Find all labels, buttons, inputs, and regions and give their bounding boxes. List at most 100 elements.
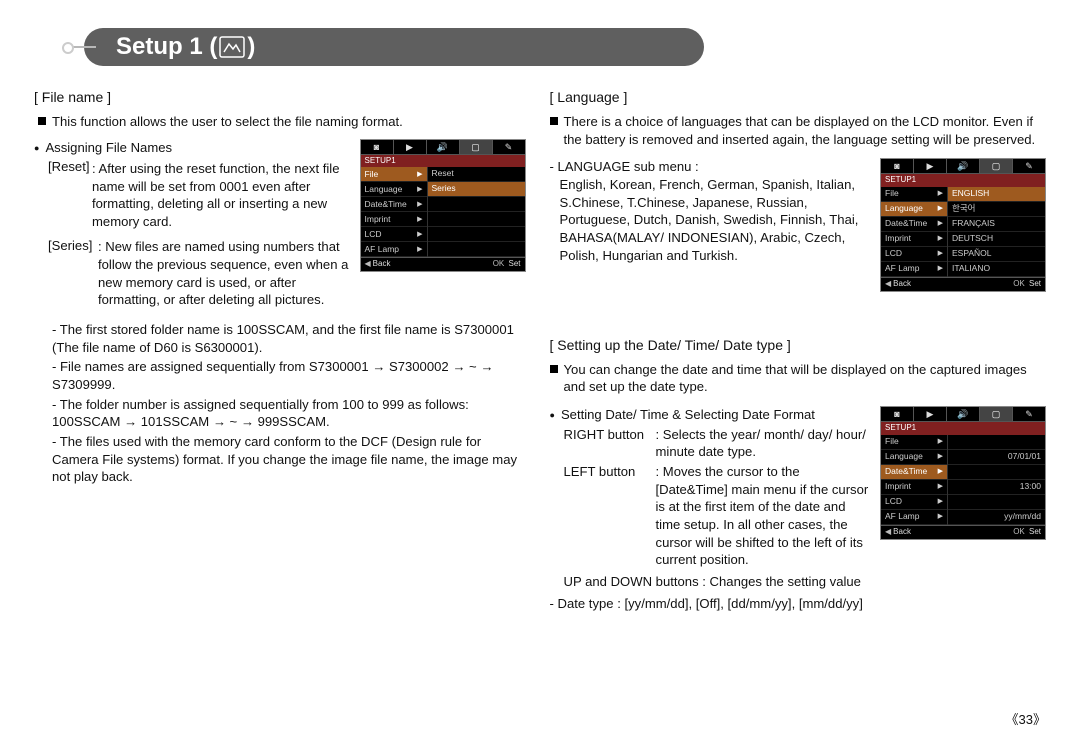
datetime-right-row: RIGHT button : Selects the year/ month/ …	[564, 426, 870, 461]
lcd-dt-val-5: yy/mm/dd	[948, 510, 1045, 525]
content-columns: [ File name ] This function allows the u…	[34, 78, 1046, 612]
lcd-language-menu-5: AF Lamp▶	[881, 262, 947, 277]
datetime-datetype: - Date type : [yy/mm/dd], [Off], [dd/mm/…	[550, 595, 1046, 613]
datetime-left-text: : Moves the cursor to the [Date&Time] ma…	[656, 463, 870, 569]
lcd-tab-sound-icon: 🔊	[947, 159, 980, 173]
filename-assign-heading: Assigning File Names	[34, 139, 350, 157]
lcd-file-menu: File▶ Language▶ Date&Time▶ Imprint▶ LCD▶…	[361, 167, 427, 257]
page-title-prefix: Setup 1 (	[116, 33, 217, 61]
filename-note-0: - The first stored folder name is 100SSC…	[52, 321, 526, 356]
lcd-lang-val-4: ESPAÑOL	[948, 247, 1045, 262]
language-intro-row: There is a choice of languages that can …	[550, 113, 1046, 148]
column-right: [ Language ] There is a choice of langua…	[550, 78, 1046, 612]
title-decor-dot	[62, 42, 74, 54]
datetime-right-label: RIGHT button	[564, 426, 656, 461]
datetime-left-label: LEFT button	[564, 463, 656, 569]
lcd-lang-val-5: ITALIANO	[948, 262, 1045, 277]
datetime-left-row: LEFT button : Moves the cursor to the [D…	[564, 463, 870, 569]
filename-note-2: - The folder number is assigned sequenti…	[52, 396, 526, 431]
lcd-file-menu-5: AF Lamp▶	[361, 242, 427, 257]
lcd-language-setup-label: SETUP1	[881, 174, 1045, 187]
lcd-tab-play-icon: ▶	[394, 140, 427, 154]
lcd-tab-camera-icon: ◙	[361, 140, 394, 154]
language-body-row: - LANGUAGE sub menu : English, Korean, F…	[550, 158, 1046, 292]
datetime-intro-row: You can change the date and time that wi…	[550, 361, 1046, 396]
lcd-dt-menu-4: LCD▶	[881, 495, 947, 510]
language-sub-label: - LANGUAGE sub menu :	[550, 158, 870, 176]
square-bullet-icon	[550, 365, 558, 373]
page-title-suffix: )	[247, 33, 255, 61]
lcd-language-menu: File▶ Language▶ Date&Time▶ Imprint▶ LCD▶…	[881, 187, 947, 277]
lcd-language-menu-3: Imprint▶	[881, 232, 947, 247]
lcd-file-val-4: .	[428, 227, 525, 242]
lcd-dt-menu-5: AF Lamp▶	[881, 510, 947, 525]
lcd-datetime-setup-label: SETUP1	[881, 422, 1045, 435]
lcd-file-val-3: .	[428, 212, 525, 227]
lcd-datetime-values: . 07/01/01 . 13:00 . yy/mm/dd	[947, 435, 1045, 525]
lcd-file-values: Reset Series . . . .	[427, 167, 525, 257]
datetime-heading: [ Setting up the Date/ Time/ Date type ]	[550, 336, 1046, 355]
lcd-tab-sound-icon: 🔊	[427, 140, 460, 154]
lcd-file-val-1: Series	[428, 182, 525, 197]
lcd-file-menu-1: Language▶	[361, 182, 427, 197]
lcd-tab-setup1-icon: ▢	[460, 140, 493, 154]
lcd-lang-val-0: ENGLISH	[948, 187, 1045, 202]
language-sub-list: English, Korean, French, German, Spanish…	[550, 176, 870, 264]
lcd-datetime: ◙ ▶ 🔊 ▢ ✎ SETUP1 File▶ Language▶ Date&Ti…	[880, 406, 1046, 540]
lcd-file-footer: ◀Back OK Set	[361, 257, 525, 271]
datetime-body-row: Setting Date/ Time & Selecting Date Form…	[550, 406, 1046, 571]
lcd-language-tabs: ◙ ▶ 🔊 ▢ ✎	[881, 159, 1045, 174]
lcd-dt-val-2: .	[948, 465, 1045, 480]
lcd-datetime-tabs: ◙ ▶ 🔊 ▢ ✎	[881, 407, 1045, 422]
lcd-file-val-0: Reset	[428, 167, 525, 182]
lcd-file-menu-0: File▶	[361, 167, 427, 182]
lcd-dt-menu-1: Language▶	[881, 450, 947, 465]
square-bullet-icon	[38, 117, 46, 125]
lcd-language: ◙ ▶ 🔊 ▢ ✎ SETUP1 File▶ Language▶ Date&Ti…	[880, 158, 1046, 292]
filename-intro-row: This function allows the user to select …	[34, 113, 526, 131]
page-title: Setup 1 ( )	[84, 28, 704, 66]
lcd-file: ◙ ▶ 🔊 ▢ ✎ SETUP1 File▶ Language▶ Date&Ti…	[360, 139, 526, 273]
lcd-tab-camera-icon: ◙	[881, 159, 914, 173]
filename-reset-text: : After using the reset function, the ne…	[48, 160, 350, 231]
lcd-language-menu-1: Language▶	[881, 202, 947, 217]
lcd-dt-val-0: .	[948, 435, 1045, 450]
lcd-tab-setup2-icon: ✎	[1013, 407, 1045, 421]
lcd-tab-camera-icon: ◙	[881, 407, 914, 421]
lcd-dt-val-1: 07/01/01	[948, 450, 1045, 465]
lcd-lang-val-3: DEUTSCH	[948, 232, 1045, 247]
lcd-lang-val-1: 한국어	[948, 202, 1045, 217]
datetime-sub-heading: Setting Date/ Time & Selecting Date Form…	[550, 406, 870, 424]
language-intro: There is a choice of languages that can …	[564, 113, 1046, 148]
filename-note-3: - The files used with the memory card co…	[52, 433, 526, 486]
lcd-tab-setup1-icon: ▢	[980, 407, 1013, 421]
lcd-language-footer: ◀Back OK Set	[881, 277, 1045, 291]
lcd-language-values: ENGLISH 한국어 FRANÇAIS DEUTSCH ESPAÑOL ITA…	[947, 187, 1045, 277]
lcd-tab-setup1-icon: ▢	[980, 159, 1013, 173]
lcd-file-menu-2: Date&Time▶	[361, 197, 427, 212]
lcd-language-menu-2: Date&Time▶	[881, 217, 947, 232]
datetime-updown: UP and DOWN buttons : Changes the settin…	[550, 573, 1046, 591]
lcd-lang-val-2: FRANÇAIS	[948, 217, 1045, 232]
lcd-language-menu-0: File▶	[881, 187, 947, 202]
lcd-tab-setup2-icon: ✎	[1013, 159, 1045, 173]
lcd-datetime-menu: File▶ Language▶ Date&Time▶ Imprint▶ LCD▶…	[881, 435, 947, 525]
lcd-file-tabs: ◙ ▶ 🔊 ▢ ✎	[361, 140, 525, 155]
lcd-file-menu-4: LCD▶	[361, 227, 427, 242]
page-number: 《33》	[1006, 709, 1046, 728]
lcd-dt-menu-2: Date&Time▶	[881, 465, 947, 480]
filename-intro: This function allows the user to select …	[52, 113, 403, 131]
lcd-file-setup-label: SETUP1	[361, 155, 525, 168]
page-title-bar: Setup 1 ( )	[34, 28, 1046, 66]
lcd-tab-play-icon: ▶	[914, 407, 947, 421]
lcd-dt-val-4: .	[948, 495, 1045, 510]
lcd-file-menu-3: Imprint▶	[361, 212, 427, 227]
language-heading: [ Language ]	[550, 88, 1046, 107]
filename-heading: [ File name ]	[34, 88, 526, 107]
filename-notes: - The first stored folder name is 100SSC…	[34, 321, 526, 486]
datetime-intro: You can change the date and time that wi…	[564, 361, 1046, 396]
filename-note-1: - File names are assigned sequentially f…	[52, 358, 526, 393]
datetime-right-text: : Selects the year/ month/ day/ hour/ mi…	[656, 426, 870, 461]
lcd-tab-play-icon: ▶	[914, 159, 947, 173]
lcd-datetime-footer: ◀Back OK Set	[881, 525, 1045, 539]
